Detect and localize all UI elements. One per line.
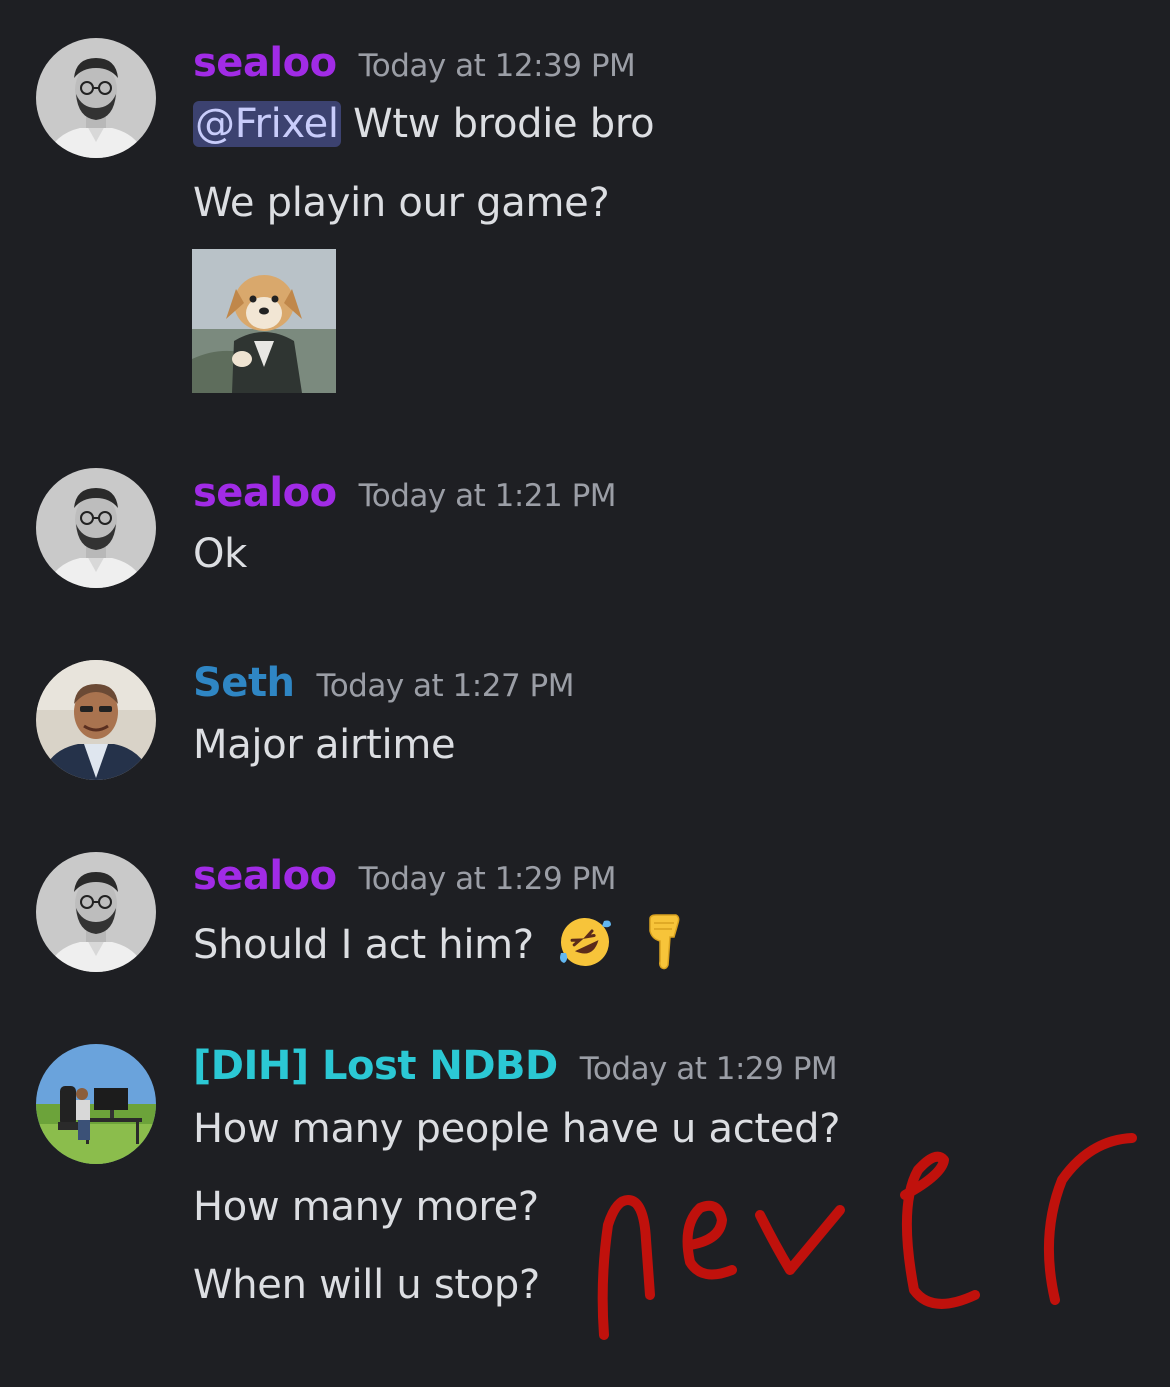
message-header: Seth Today at 1:27 PM: [193, 660, 574, 706]
username[interactable]: sealoo: [193, 853, 337, 899]
username[interactable]: sealoo: [193, 40, 337, 86]
avatar[interactable]: [36, 852, 156, 972]
rolling-on-floor-laughing-emoji[interactable]: [556, 913, 614, 981]
message-header: [DIH] Lost NDBD Today at 1:29 PM: [193, 1043, 838, 1089]
message-text: Major airtime: [193, 722, 456, 768]
username[interactable]: [DIH] Lost NDBD: [193, 1043, 558, 1089]
timestamp: Today at 1:29 PM: [358, 861, 617, 897]
username[interactable]: sealoo: [193, 470, 337, 516]
message-text: Ok: [193, 531, 248, 577]
message-header: sealoo Today at 1:21 PM: [193, 470, 617, 516]
message-text: Should I act him?: [193, 913, 684, 981]
avatar[interactable]: [36, 38, 156, 158]
avatar[interactable]: [36, 1044, 156, 1164]
message-header: sealoo Today at 1:29 PM: [193, 853, 617, 899]
message-text-content: Wtw brodie bro: [340, 101, 655, 147]
avatar[interactable]: [36, 468, 156, 588]
timestamp: Today at 1:27 PM: [316, 668, 575, 704]
message-text: How many more?: [193, 1184, 539, 1230]
message-text: When will u stop?: [193, 1262, 540, 1308]
message-text: @Frixel Wtw brodie bro: [193, 101, 655, 147]
timestamp: Today at 1:29 PM: [579, 1051, 838, 1087]
puppy-in-suit-sticker[interactable]: [192, 249, 336, 393]
username[interactable]: Seth: [193, 660, 295, 706]
message-text: How many people have u acted?: [193, 1106, 841, 1152]
message-text: We playin our game?: [193, 180, 610, 226]
backhand-index-pointing-down-emoji[interactable]: [644, 913, 684, 981]
timestamp: Today at 1:21 PM: [358, 478, 617, 514]
timestamp: Today at 12:39 PM: [358, 48, 636, 84]
user-mention[interactable]: @Frixel: [193, 101, 341, 147]
message-header: sealoo Today at 12:39 PM: [193, 40, 636, 86]
message-text-content: Should I act him?: [193, 922, 547, 968]
avatar[interactable]: [36, 660, 156, 780]
